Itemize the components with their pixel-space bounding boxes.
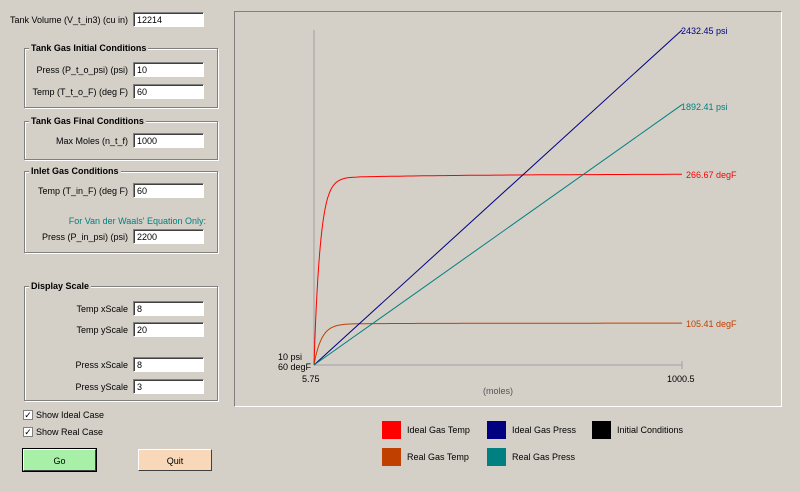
display-scale-title: Display Scale	[29, 281, 92, 291]
x-min-label: 5.75	[302, 374, 320, 384]
inlet-temp-input[interactable]: 60	[133, 183, 204, 198]
ideal-temp-legend-label: Ideal Gas Temp	[407, 425, 470, 435]
real-temp-swatch	[382, 448, 401, 466]
initial-conditions-group: Tank Gas Initial Conditions	[24, 43, 218, 108]
final-conditions-title: Tank Gas Final Conditions	[29, 116, 146, 126]
initial-conditions-swatch	[592, 421, 611, 439]
series-ideal-gas-temp	[313, 173, 682, 365]
origin-press-label: 10 psi	[278, 352, 303, 362]
max-moles-label: Max Moles (n_t_f)	[55, 136, 128, 146]
ideal-temp-swatch	[382, 421, 401, 439]
temp-yscale-label: Temp yScale	[76, 325, 128, 335]
show-real-checkbox[interactable]: ✓	[23, 427, 33, 437]
tank-volume-input[interactable]: 12214	[133, 12, 204, 27]
real-press-legend-label: Real Gas Press	[512, 452, 576, 462]
initial-temp-label: Temp (T_t_o_F) (deg F)	[32, 87, 128, 97]
inlet-conditions-title: Inlet Gas Conditions	[29, 166, 121, 176]
real-press-swatch	[487, 448, 506, 466]
plot-area: 10 psi 60 degF 5.75 1000.5 (moles) 2432.…	[234, 11, 782, 407]
show-real-label: Show Real Case	[36, 427, 104, 437]
show-ideal-label: Show Ideal Case	[36, 410, 105, 420]
ideal-press-legend-label: Ideal Gas Press	[512, 425, 577, 435]
show-ideal-checkbox[interactable]: ✓	[23, 410, 33, 420]
temp-xscale-input[interactable]: 8	[133, 301, 204, 316]
series-ideal-gas-press	[313, 29, 683, 366]
ideal-press-swatch	[487, 421, 506, 439]
temp-xscale-label: Temp xScale	[76, 304, 128, 314]
press-xscale-label: Press xScale	[75, 360, 128, 370]
initial-conditions-legend-label: Initial Conditions	[617, 425, 684, 435]
vdw-note: For Van der Waals' Equation Only:	[68, 216, 206, 226]
initial-temp-input[interactable]: 60	[133, 84, 204, 99]
x-max-label: 1000.5	[667, 374, 695, 384]
max-moles-input[interactable]: 1000	[133, 133, 204, 148]
go-button[interactable]: Go	[22, 448, 97, 472]
series-real-gas-press	[313, 104, 683, 366]
end-ideal-temp-label: 266.67 degF	[686, 170, 737, 180]
press-yscale-label: Press yScale	[75, 382, 128, 392]
series-real-gas-temp	[313, 322, 682, 365]
origin-temp-label: 60 degF	[278, 362, 312, 372]
inlet-press-input[interactable]: 2200	[133, 229, 204, 244]
end-real-temp-label: 105.41 degF	[686, 319, 737, 329]
real-temp-legend-label: Real Gas Temp	[407, 452, 469, 462]
temp-yscale-input[interactable]: 20	[133, 322, 204, 337]
initial-press-input[interactable]: 10	[133, 62, 204, 77]
inlet-temp-label: Temp (T_in_F) (deg F)	[37, 186, 128, 196]
end-real-press-label: 1892.41 psi	[681, 102, 728, 112]
inlet-press-label: Press (P_in_psi) (psi)	[41, 232, 128, 242]
x-axis-label: (moles)	[483, 386, 514, 396]
quit-button[interactable]: Quit	[138, 449, 212, 471]
press-xscale-input[interactable]: 8	[133, 357, 204, 372]
initial-conditions-title: Tank Gas Initial Conditions	[29, 43, 149, 53]
chart-svg	[313, 29, 683, 369]
end-ideal-press-label: 2432.45 psi	[681, 26, 728, 36]
press-yscale-input[interactable]: 3	[133, 379, 204, 394]
initial-press-label: Press (P_t_o_psi) (psi)	[36, 65, 128, 75]
tank-volume-label: Tank Volume (V_t_in3) (cu in)	[9, 15, 128, 25]
